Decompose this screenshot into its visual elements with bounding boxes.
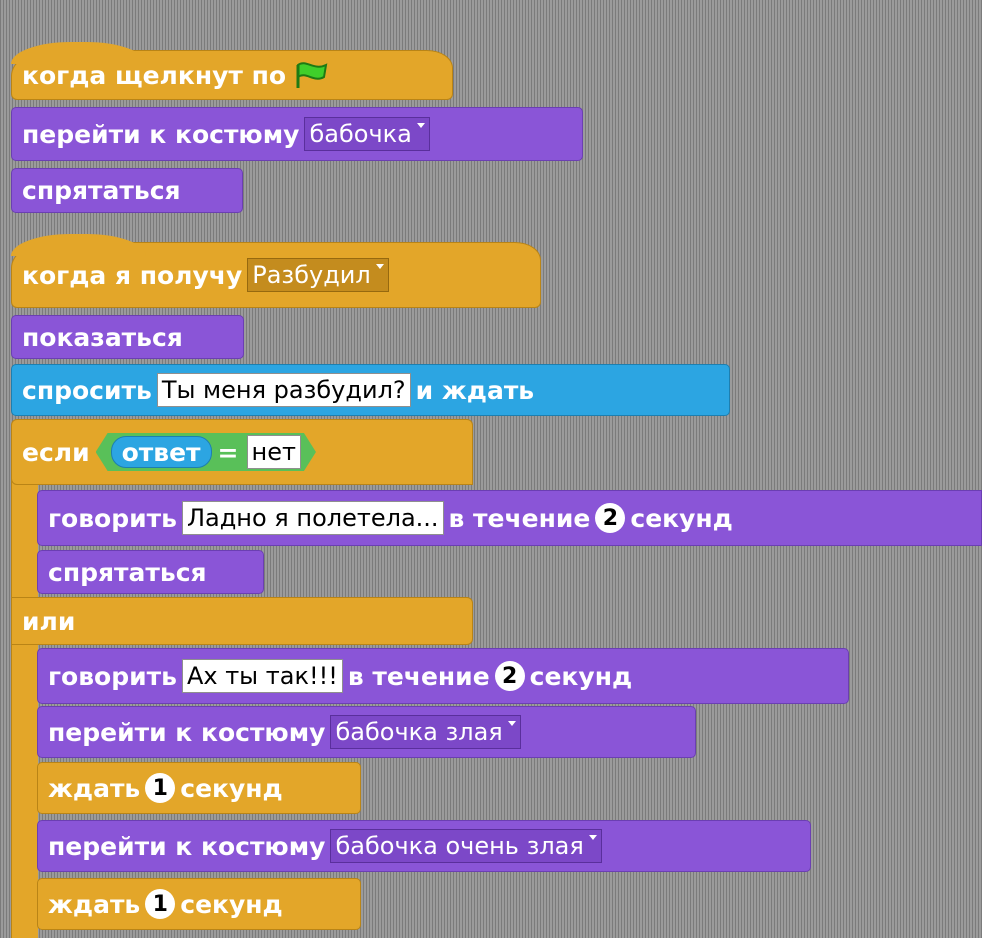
answer-reporter[interactable]: ответ [111, 436, 212, 468]
wait-seconds-input[interactable]: 1 [145, 889, 176, 919]
wait-seconds-input[interactable]: 1 [145, 773, 176, 803]
show-block[interactable]: показаться [11, 315, 244, 359]
compare-value-input[interactable]: нет [247, 435, 301, 469]
when-i-receive-block[interactable]: когда я получу Разбудил [11, 234, 541, 308]
switch-costume-label: перейти к костюму [22, 119, 300, 149]
wait-label: ждать [48, 889, 141, 919]
say-suffix-label: секунд [529, 661, 633, 691]
costume-dropdown-value: бабочка [309, 120, 412, 148]
wait-block[interactable]: ждать 1 секунд [37, 878, 361, 930]
ask-suffix-label: и ждать [415, 375, 535, 405]
hide-block[interactable]: спрятаться [37, 550, 264, 594]
if-label: если [22, 437, 90, 467]
switch-costume-label: перейти к костюму [48, 717, 326, 747]
hat-label: когда щелкнут по [22, 60, 287, 90]
say-for-secs-block[interactable]: говорить Ах ты так!!! в течение 2 секунд [37, 648, 849, 704]
show-label: показаться [22, 322, 183, 352]
say-seconds-input[interactable]: 2 [595, 503, 626, 533]
hide-label: спрятаться [48, 557, 207, 587]
equals-sign: = [217, 437, 239, 467]
say-suffix-label: секунд [630, 503, 733, 533]
costume-dropdown[interactable]: бабочка [304, 117, 430, 151]
ask-label: спросить [22, 375, 152, 405]
say-mid-label: в течение [448, 503, 591, 533]
else-label: или [22, 606, 76, 636]
costume-dropdown[interactable]: бабочка очень злая [330, 829, 602, 863]
say-for-secs-block[interactable]: говорить Ладно я полетела... в течение 2… [37, 490, 982, 546]
else-label-bar: или [11, 597, 473, 645]
when-receive-label: когда я получу [22, 260, 243, 290]
costume-dropdown-value: бабочка очень злая [335, 832, 584, 860]
chevron-down-icon [507, 721, 516, 726]
wait-suffix-label: секунд [180, 889, 283, 919]
chevron-down-icon [375, 264, 384, 269]
green-flag-icon [294, 61, 330, 89]
wait-block[interactable]: ждать 1 секунд [37, 762, 361, 814]
say-mid-label: в течение [347, 661, 490, 691]
say-label: говорить [48, 503, 177, 533]
say-text-input[interactable]: Ах ты так!!! [181, 659, 343, 693]
switch-costume-block[interactable]: перейти к костюму бабочка очень злая [37, 820, 811, 872]
switch-costume-label: перейти к костюму [48, 831, 326, 861]
equals-operator[interactable]: ответ = нет [96, 433, 316, 471]
say-seconds-input[interactable]: 2 [494, 661, 525, 691]
switch-costume-block[interactable]: перейти к костюму бабочка [11, 107, 583, 161]
costume-dropdown-value: бабочка злая [335, 718, 503, 746]
message-dropdown[interactable]: Разбудил [247, 258, 389, 292]
message-dropdown-value: Разбудил [252, 261, 371, 289]
if-else-block[interactable]: если ответ = нет [11, 419, 473, 485]
wait-label: ждать [48, 773, 141, 803]
switch-costume-block[interactable]: перейти к костюму бабочка злая [37, 706, 696, 758]
chevron-down-icon [588, 835, 597, 840]
if-else-left-arm [11, 476, 38, 938]
wait-suffix-label: секунд [180, 773, 283, 803]
ask-question-input[interactable]: Ты меня разбудил? [156, 373, 411, 407]
hide-label: спрятаться [22, 176, 181, 205]
when-flag-clicked-block[interactable]: когда щелкнут по [11, 42, 453, 100]
say-text-input[interactable]: Ладно я полетела... [181, 501, 444, 535]
hide-block[interactable]: спрятаться [11, 168, 243, 213]
say-label: говорить [48, 661, 177, 691]
ask-and-wait-block[interactable]: спросить Ты меня разбудил? и ждать [11, 364, 730, 416]
costume-dropdown[interactable]: бабочка злая [330, 715, 521, 749]
chevron-down-icon [416, 123, 425, 128]
